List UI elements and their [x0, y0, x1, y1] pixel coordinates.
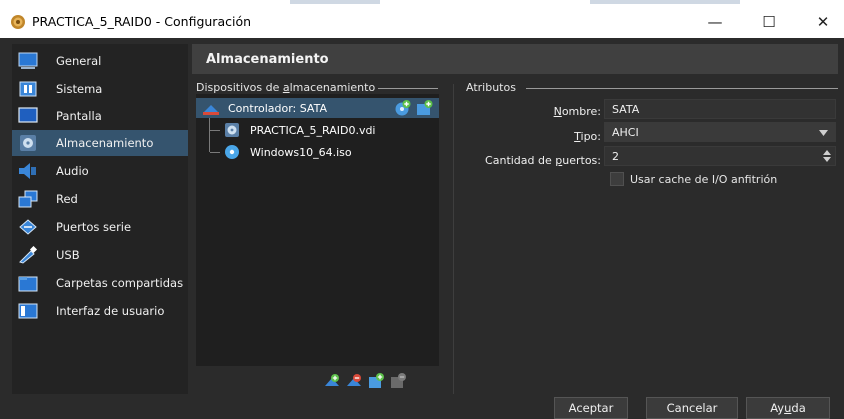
sidebar-item-label: Pantalla — [56, 109, 102, 123]
sidebar-item-label: Almacenamiento — [56, 136, 154, 150]
help-button[interactable]: Ayuda — [746, 397, 830, 419]
tree-connector — [210, 130, 220, 131]
add-hard-disk-icon[interactable] — [416, 100, 433, 116]
device-label: PRACTICA_5_RAID0.vdi — [250, 124, 376, 137]
attributes-label: Atributos — [466, 81, 516, 94]
hard-disk-icon — [225, 123, 239, 137]
sidebar-item-red[interactable]: Red — [12, 186, 188, 212]
tree-item-vdi[interactable]: PRACTICA_5_RAID0.vdi — [196, 120, 439, 140]
title-bar: PRACTICA_5_RAID0 - Configuración — ☐ ✕ — [0, 6, 844, 38]
type-select[interactable]: AHCI — [604, 122, 836, 142]
settings-window: PRACTICA_5_RAID0 - Configuración — ☐ ✕ G… — [0, 0, 844, 419]
storage-tree[interactable]: Controlador: SATA PRACTICA_5_RAID0.vdi W… — [196, 94, 439, 366]
background-window-fragment — [590, 0, 740, 4]
remove-controller-icon[interactable] — [346, 373, 362, 389]
display-icon — [18, 107, 38, 123]
sidebar-item-general[interactable]: General — [12, 48, 188, 74]
sidebar-item-sistema[interactable]: Sistema — [12, 76, 188, 102]
storage-devices-label: Dispositivos de almacenamiento — [196, 81, 376, 94]
serial-ports-icon — [19, 219, 37, 235]
background-window-fragment — [290, 0, 380, 4]
sidebar-item-label: Red — [56, 192, 78, 206]
panel-separator — [453, 84, 454, 394]
system-icon — [19, 81, 37, 97]
storage-page: Almacenamiento Dispositivos de almacenam… — [192, 44, 838, 394]
page-title: Almacenamiento — [206, 52, 329, 67]
sidebar-item-interfaz-de-usuario[interactable]: Interfaz de usuario — [12, 298, 188, 324]
settings-sidebar: General Sistema Pantalla Almacenamiento — [12, 44, 188, 394]
type-label: Tipo: — [574, 130, 601, 143]
dialog-button-bar: Aceptar Cancelar Ayuda — [0, 394, 844, 419]
cancel-button[interactable]: Cancelar — [646, 397, 738, 419]
section-divider — [378, 88, 438, 89]
name-label: Nombre: — [553, 105, 601, 118]
sidebar-item-puertos-serie[interactable]: Puertos serie — [12, 214, 188, 240]
optical-disc-icon — [225, 145, 239, 159]
general-icon — [18, 52, 38, 69]
section-divider — [526, 88, 838, 89]
window-title: PRACTICA_5_RAID0 - Configuración — [32, 14, 252, 29]
chevron-down-icon — [819, 130, 828, 136]
sidebar-item-label: Carpetas compartidas — [56, 276, 184, 290]
audio-icon — [19, 163, 36, 179]
accept-button[interactable]: Aceptar — [554, 397, 628, 419]
shared-folders-icon — [18, 276, 38, 292]
sidebar-item-usb[interactable]: USB — [12, 242, 188, 268]
close-button[interactable]: ✕ — [808, 10, 838, 34]
tree-connector — [210, 152, 220, 153]
ports-count-spinbox[interactable]: 2 — [604, 146, 836, 166]
network-icon — [18, 190, 38, 208]
ports-count-label: Cantidad de puertos: — [485, 154, 601, 167]
sidebar-item-label: USB — [56, 248, 80, 262]
host-io-cache-label: Usar cache de I/O anfitrión — [630, 173, 778, 186]
add-controller-icon[interactable] — [324, 373, 340, 389]
maximize-button[interactable]: ☐ — [754, 10, 784, 34]
sidebar-item-almacenamiento[interactable]: Almacenamiento — [12, 130, 188, 156]
spin-arrows-icon[interactable] — [823, 150, 831, 162]
minimize-button[interactable]: — — [700, 10, 730, 34]
sidebar-item-label: Sistema — [56, 82, 103, 96]
controller-label: Controlador: SATA — [228, 102, 327, 115]
storage-icon — [20, 135, 36, 151]
virtualbox-gear-icon — [11, 15, 25, 29]
add-attachment-icon[interactable] — [368, 373, 384, 389]
tree-item-iso[interactable]: Windows10_64.iso — [196, 142, 439, 162]
user-interface-icon — [18, 303, 38, 319]
sidebar-item-pantalla[interactable]: Pantalla — [12, 103, 188, 129]
sidebar-item-label: Audio — [56, 164, 89, 178]
remove-attachment-icon[interactable] — [390, 373, 406, 389]
storage-toolbar — [196, 368, 439, 394]
page-header: Almacenamiento — [192, 44, 838, 74]
host-io-cache-checkbox[interactable] — [610, 172, 624, 186]
sata-controller-icon — [203, 105, 219, 115]
add-optical-drive-icon[interactable] — [394, 100, 411, 116]
sidebar-item-carpetas-compartidas[interactable]: Carpetas compartidas — [12, 270, 188, 296]
sidebar-item-label: Interfaz de usuario — [56, 304, 165, 318]
sidebar-item-label: General — [56, 54, 102, 68]
tree-item-controller-sata[interactable]: Controlador: SATA — [196, 98, 439, 118]
sidebar-item-label: Puertos serie — [56, 220, 132, 234]
usb-icon — [19, 246, 38, 264]
sidebar-item-audio[interactable]: Audio — [12, 158, 188, 184]
name-input[interactable]: SATA — [604, 99, 836, 119]
device-label: Windows10_64.iso — [250, 146, 352, 159]
